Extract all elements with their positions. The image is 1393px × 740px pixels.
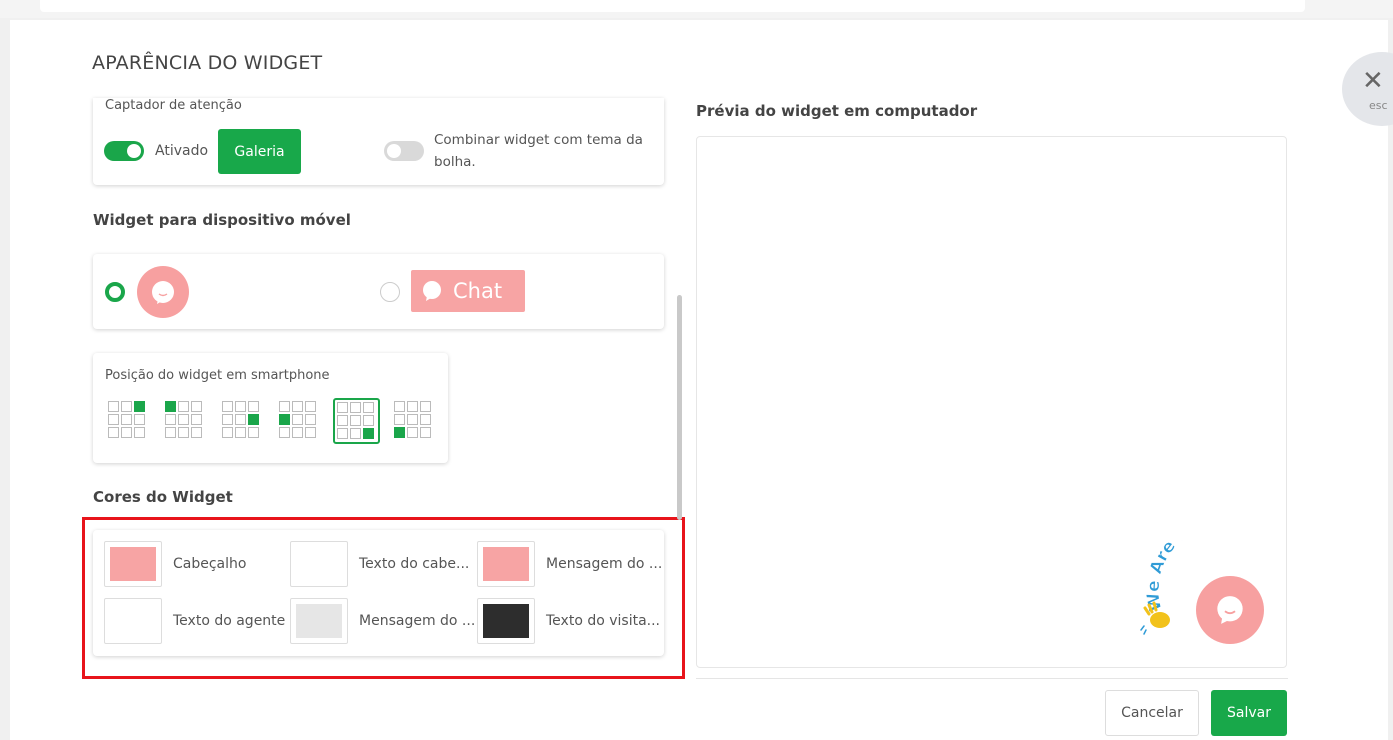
chat-button-option[interactable]: Chat [411, 270, 525, 312]
position-bottom-left[interactable] [392, 399, 434, 441]
attention-heading: Captador de atenção [105, 98, 242, 113]
combine-theme-toggle[interactable] [384, 141, 424, 161]
preview-chat-bubble[interactable] [1196, 576, 1264, 644]
attention-toggle[interactable] [104, 141, 144, 161]
combine-theme-label-1: Combinar widget com tema da [434, 132, 643, 148]
position-top-right[interactable] [106, 399, 148, 441]
chat-button-label: Chat [453, 279, 503, 303]
footer-divider [696, 678, 1288, 679]
position-bottom-right[interactable] [335, 400, 377, 442]
chat-bubble-icon [1217, 596, 1243, 624]
position-top-left[interactable] [163, 399, 205, 441]
left-panel-scrollbar[interactable] [677, 295, 682, 520]
top-bar [0, 0, 1393, 18]
chat-bubble-icon [423, 281, 441, 301]
save-button[interactable]: Salvar [1211, 690, 1287, 736]
position-middle-right[interactable] [220, 399, 262, 441]
chat-style-radio[interactable] [380, 282, 400, 302]
esc-hint: esc [1369, 99, 1388, 112]
position-heading: Posição do widget em smartphone [105, 368, 330, 383]
bubble-widget-option[interactable] [137, 266, 189, 318]
position-middle-left[interactable] [277, 399, 319, 441]
modal-title: APARÊNCIA DO WIDGET [92, 52, 323, 74]
colors-heading: Cores do Widget [93, 488, 233, 506]
top-bar-inner [40, 0, 1305, 12]
gallery-button[interactable]: Galeria [218, 129, 301, 174]
attention-toggle-label: Ativado [155, 143, 209, 159]
close-icon[interactable]: ✕ [1362, 66, 1384, 96]
combine-theme-label-2: bolha. [434, 154, 476, 170]
preview-title: Prévia do widget em computador [696, 102, 978, 120]
chat-bubble-icon [152, 281, 174, 304]
mobile-widget-heading: Widget para dispositivo móvel [93, 211, 351, 229]
cancel-button[interactable]: Cancelar [1105, 690, 1199, 736]
bubble-style-radio[interactable] [105, 282, 125, 302]
colors-highlight-frame [82, 517, 685, 679]
